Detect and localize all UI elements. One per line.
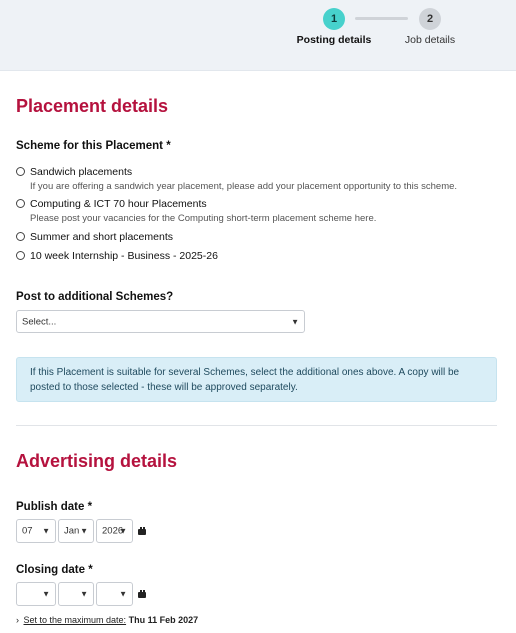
scheme-option-summer[interactable]: Summer and short placements [16,231,506,243]
chevron-down-icon: ▼ [80,526,88,536]
closing-month-select[interactable]: ▼ [58,582,94,606]
chevron-down-icon: ▼ [119,589,127,599]
advertising-details-heading: Advertising details [16,451,178,471]
placement-details-heading: Placement details [16,96,169,116]
scheme-option-label: 10 week Internship - Business - 2025-26 [30,250,218,262]
scheme-option-help: Please post your vacancies for the Compu… [30,213,377,224]
chevron-down-icon: ▼ [80,589,88,599]
step-label: Posting details [296,34,372,46]
step-number: 2 [419,8,441,30]
step-job-details[interactable]: 2 Job details [385,8,475,46]
scheme-label: Scheme for this Placement * [16,140,171,152]
scheme-option-label: Computing & ICT 70 hour Placements [30,198,207,210]
publish-month-select[interactable]: Jan ▼ [58,519,94,543]
additional-schemes-select[interactable]: Select... ▼ [16,310,305,333]
info-alert: If this Placement is suitable for severa… [16,357,497,402]
chevron-down-icon: ▼ [119,526,127,536]
radio-button[interactable] [16,251,25,260]
chevron-right-icon: › [16,615,19,625]
section-divider [16,425,497,426]
select-value: 07 [22,525,33,537]
step-posting-details[interactable]: 1 Posting details [289,8,379,46]
chevron-down-icon: ▼ [42,526,50,536]
step-number: 1 [323,8,345,30]
max-date-value: Thu 11 Feb 2027 [128,615,199,625]
closing-year-select[interactable]: ▼ [96,582,133,606]
radio-button[interactable] [16,232,25,241]
scheme-option-label: Sandwich placements [30,166,133,178]
step-label: Job details [404,34,456,46]
calendar-icon[interactable] [138,590,146,598]
scheme-option-internship[interactable]: 10 week Internship - Business - 2025-26 [16,250,506,262]
publish-day-select[interactable]: 07 ▼ [16,519,56,543]
radio-button[interactable] [16,167,25,176]
set-max-date-link[interactable]: › Set to the maximum date: Thu 11 Feb 20… [16,615,198,625]
chevron-down-icon: ▼ [42,589,50,599]
closing-day-select[interactable]: ▼ [16,582,56,606]
select-value: Jan [64,525,80,537]
publish-year-select[interactable]: 2026 ▼ [96,519,133,543]
max-date-link-text[interactable]: Set to the maximum date: [24,615,127,625]
scheme-option-computing[interactable]: Computing & ICT 70 hour Placements Pleas… [16,198,506,224]
progress-stepper: 1 Posting details 2 Job details [0,0,516,71]
scheme-option-help: If you are offering a sandwich year plac… [30,181,458,192]
additional-schemes-label: Post to additional Schemes? [16,291,174,303]
radio-button[interactable] [16,199,25,208]
scheme-option-label: Summer and short placements [30,231,173,243]
scheme-option-sandwich[interactable]: Sandwich placements If you are offering … [16,166,506,192]
publish-date-label: Publish date * [16,501,93,513]
select-value: Select... [22,316,57,327]
info-alert-text: If this Placement is suitable for severa… [30,367,460,393]
closing-date-label: Closing date * [16,564,93,576]
calendar-icon[interactable] [138,527,146,535]
chevron-down-icon: ▼ [291,317,299,326]
